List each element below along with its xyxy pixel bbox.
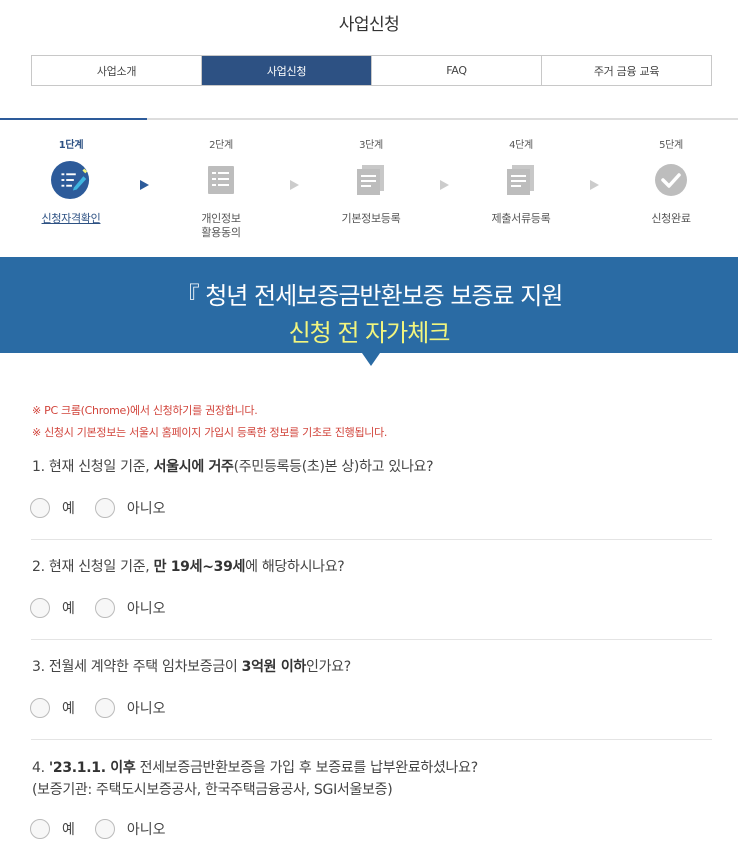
step-5-label: 신청완료 bbox=[651, 212, 691, 225]
step-1: 1단계 신청자격확인 bbox=[16, 136, 126, 226]
question-3-text: 3. 전월세 계약한 주택 임차보증금이 bbox=[32, 659, 242, 675]
question-4-guarantors: (보증기관: 주택도시보증공사, 한국주택금융공사, SGI서울보증) bbox=[32, 782, 393, 798]
question-4: 4. '23.1.1. 이후 전세보증금반환보증을 가입 후 보증료를 납부완료… bbox=[32, 757, 712, 801]
banner-title: 『 청년 전세보증금반환보증 보증료 지원 bbox=[175, 282, 564, 310]
step-indicator: 1단계 신청자격확인 2단계 개인정보 활용동의 3단계 기본정보등록 4단계 … bbox=[0, 120, 738, 250]
question-2-no[interactable]: 아니오 bbox=[94, 598, 166, 618]
notice-chrome: ※ PC 크롬(Chrome)에서 신청하기를 권장합니다. bbox=[32, 404, 258, 417]
step-5-number: 5단계 bbox=[659, 140, 683, 151]
radio-button[interactable] bbox=[30, 598, 50, 618]
self-check-banner: 『 청년 전세보증금반환보증 보증료 지원 신청 전 자가체크 bbox=[0, 257, 738, 366]
no-label: 아니오 bbox=[126, 501, 166, 517]
step-arrow-icon bbox=[440, 180, 449, 190]
question-4-options: 예 아니오 bbox=[30, 819, 186, 839]
tab-bar: 사업소개 사업신청 FAQ 주거 금융 교육 bbox=[31, 55, 712, 86]
tab-finance-education[interactable]: 주거 금융 교육 bbox=[542, 56, 711, 85]
question-3-yes[interactable]: 예 bbox=[30, 698, 75, 718]
radio-button[interactable] bbox=[30, 498, 50, 518]
step-1-label[interactable]: 신청자격확인 bbox=[16, 212, 126, 226]
question-1-text: 1. 현재 신청일 기준, bbox=[32, 459, 154, 475]
question-2-options: 예 아니오 bbox=[30, 598, 186, 618]
clipboard-icon bbox=[201, 160, 241, 200]
document-icon bbox=[351, 160, 391, 200]
question-4-text-end: 전세보증금반환보증을 가입 후 보증료를 납부완료하셨나요? bbox=[135, 760, 479, 776]
question-4-yes[interactable]: 예 bbox=[30, 819, 75, 839]
check-circle-icon bbox=[651, 160, 691, 200]
radio-button[interactable] bbox=[94, 498, 115, 518]
question-1: 1. 현재 신청일 기준, 서울시에 거주(주민등록등(초)본 상)하고 있나요… bbox=[32, 456, 712, 478]
radio-button[interactable] bbox=[94, 598, 115, 618]
divider bbox=[31, 639, 712, 640]
radio-button[interactable] bbox=[30, 819, 50, 839]
step-3-label: 기본정보등록 bbox=[341, 212, 401, 225]
question-2: 2. 현재 신청일 기준, 만 19세~39세에 해당하시나요? bbox=[32, 556, 712, 578]
step-3: 3단계 기본정보등록 bbox=[316, 136, 426, 226]
tab-intro[interactable]: 사업소개 bbox=[32, 56, 202, 85]
question-1-emphasis: 서울시에 거주 bbox=[153, 459, 234, 475]
question-2-emphasis: 만 19세~39세 bbox=[153, 559, 246, 575]
question-3-emphasis: 3억원 이하 bbox=[241, 659, 307, 675]
question-4-text: 4. bbox=[32, 760, 49, 776]
question-1-text-end: (주민등록등(초)본 상)하고 있나요? bbox=[233, 459, 434, 475]
question-3-options: 예 아니오 bbox=[30, 698, 186, 718]
tab-faq[interactable]: FAQ bbox=[372, 56, 542, 85]
question-2-text-end: 에 해당하시나요? bbox=[245, 559, 345, 575]
radio-button[interactable] bbox=[30, 698, 50, 718]
radio-button[interactable] bbox=[94, 819, 115, 839]
question-1-no[interactable]: 아니오 bbox=[94, 498, 166, 518]
question-2-text: 2. 현재 신청일 기준, bbox=[32, 559, 154, 575]
no-label: 아니오 bbox=[126, 822, 166, 838]
document-icon bbox=[501, 160, 541, 200]
yes-label: 예 bbox=[62, 701, 75, 717]
radio-button[interactable] bbox=[94, 698, 115, 718]
question-2-yes[interactable]: 예 bbox=[30, 598, 75, 618]
step-arrow-icon bbox=[290, 180, 299, 190]
checklist-pen-icon bbox=[51, 160, 91, 200]
question-3: 3. 전월세 계약한 주택 임차보증금이 3억원 이하인가요? bbox=[32, 656, 712, 678]
no-label: 아니오 bbox=[126, 601, 166, 617]
question-1-options: 예 아니오 bbox=[30, 498, 186, 518]
step-3-number: 3단계 bbox=[359, 140, 383, 151]
yes-label: 예 bbox=[62, 822, 75, 838]
step-4-number: 4단계 bbox=[509, 140, 533, 151]
tab-apply[interactable]: 사업신청 bbox=[202, 56, 372, 85]
question-3-text-end: 인가요? bbox=[305, 659, 351, 675]
step-1-number: 1단계 bbox=[58, 140, 84, 151]
notice-basic-info: ※ 신청시 기본정보는 서울시 홈페이지 가입시 등록한 정보를 기초로 진행됩… bbox=[32, 426, 388, 439]
divider bbox=[31, 539, 712, 540]
step-arrow-icon bbox=[590, 180, 599, 190]
question-4-no[interactable]: 아니오 bbox=[94, 819, 166, 839]
banner-pointer bbox=[362, 353, 380, 366]
yes-label: 예 bbox=[62, 601, 75, 617]
yes-label: 예 bbox=[62, 501, 75, 517]
page-title-wrap: 사업신청 bbox=[0, 10, 738, 35]
step-4: 4단계 제출서류등록 bbox=[466, 136, 576, 226]
no-label: 아니오 bbox=[126, 701, 166, 717]
step-4-label: 제출서류등록 bbox=[491, 212, 551, 225]
question-1-yes[interactable]: 예 bbox=[30, 498, 75, 518]
step-2: 2단계 개인정보 활용동의 bbox=[166, 136, 276, 240]
step-arrow-icon bbox=[140, 180, 149, 190]
question-4-emphasis: '23.1.1. 이후 bbox=[48, 760, 136, 776]
page-title: 사업신청 bbox=[334, 10, 403, 35]
step-2-number: 2단계 bbox=[209, 140, 233, 151]
question-3-no[interactable]: 아니오 bbox=[94, 698, 166, 718]
step-5: 5단계 신청완료 bbox=[616, 136, 726, 226]
banner-subtitle: 신청 전 자가체크 bbox=[288, 319, 451, 347]
divider bbox=[31, 739, 712, 740]
step-2-label: 개인정보 활용동의 bbox=[201, 212, 241, 239]
